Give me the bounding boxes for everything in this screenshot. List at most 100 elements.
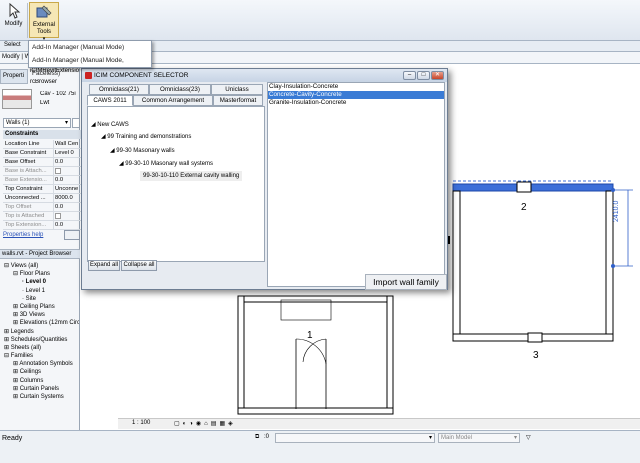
browser-tree-label: Ceilings <box>19 369 42 376</box>
browser-tree-label: Views (all) <box>10 263 39 269</box>
tree-node-99-30[interactable]: ◢ 99-30 Masonary walls <box>110 147 175 154</box>
property-row[interactable]: Base Offset 0.0 <box>3 158 81 167</box>
collapse-all-button[interactable]: Collapse all <box>121 260 157 271</box>
browser-tree-item[interactable]: · Site <box>1 295 79 303</box>
browser-tree-item[interactable]: · Level 0 <box>1 278 79 286</box>
property-row[interactable]: Base Extensio... 0.0 <box>3 176 81 185</box>
expand-icon[interactable]: ⊞ <box>4 345 11 351</box>
browser-tree-label: Legends <box>10 328 34 335</box>
property-row[interactable]: Base is Attach... <box>3 167 81 177</box>
tree-node-99[interactable]: ◢ 99 Training and demonstrations <box>101 133 191 140</box>
expand-icon[interactable]: ⊞ <box>13 320 20 326</box>
expand-all-button[interactable]: Expand all <box>88 260 120 271</box>
browser-tree-item[interactable]: ⊞ Legends <box>1 328 79 336</box>
dimension-label[interactable]: 2410.0 <box>613 201 620 222</box>
property-value[interactable]: 0.0 <box>53 203 81 212</box>
browser-tree-item[interactable]: ⊞ Sheets (all) <box>1 344 79 352</box>
browser-tree-label: Schedules/Quantities <box>10 336 68 343</box>
browser-tree-item[interactable]: ⊞ Schedules/Quantities <box>1 336 79 344</box>
browser-tree-label: Elevations (12mm Circle) <box>19 320 79 327</box>
family-item-clay[interactable]: Clay-Insulation-Concrete <box>268 83 444 91</box>
tree-node-new-caws[interactable]: ◢ New CAWS <box>91 121 129 128</box>
expand-icon[interactable]: ⊞ <box>13 386 20 392</box>
browser-tree-item[interactable]: ⊞ Elevations (12mm Circle) <box>1 319 79 327</box>
expand-icon[interactable]: ⊞ <box>13 369 20 375</box>
property-value[interactable]: Wall Cen <box>53 140 81 149</box>
ribbon-separator <box>27 3 28 38</box>
external-tools-button[interactable]: External Tools ▾ <box>29 2 59 42</box>
browser-tree-item[interactable]: ⊞ Curtain Panels <box>1 385 79 393</box>
browser-tree-item[interactable]: ⊟ Views (all) <box>1 262 79 270</box>
tab-caws-2011[interactable]: CAWS 2011 <box>87 95 133 106</box>
expand-icon[interactable]: ⊞ <box>4 329 11 335</box>
ready-status: Ready <box>2 435 23 442</box>
properties-tab[interactable]: Properti <box>0 69 28 84</box>
tab-masterformat[interactable]: Masterformat <box>213 95 263 106</box>
scale-label[interactable]: 1 : 100 <box>132 420 150 426</box>
property-value[interactable]: 0.0 <box>53 221 81 230</box>
view-tool-icons[interactable]: ▢◐◑◉⌂▤▦◈ <box>174 420 236 427</box>
property-value[interactable]: Level 0 <box>53 149 81 158</box>
property-value[interactable]: 0.0 <box>53 176 81 185</box>
close-button[interactable]: ✕ <box>431 71 444 80</box>
edit-type-icon[interactable] <box>72 118 80 128</box>
property-row[interactable]: Top Constraint Unconne <box>3 185 81 194</box>
modify-button[interactable]: Modify <box>1 2 26 38</box>
minimize-button[interactable]: – <box>403 71 416 80</box>
property-row[interactable]: Location Line Wall Cen <box>3 140 81 149</box>
collapse-icon[interactable]: ⊟ <box>4 263 11 269</box>
property-row[interactable]: Base Constraint Level 0 <box>3 149 81 158</box>
property-row[interactable]: Top Offset 0.0 <box>3 203 81 212</box>
import-wall-family-button[interactable]: Import wall family <box>365 274 447 290</box>
browser-tree-item[interactable]: ⊞ Curtain Systems <box>1 393 79 401</box>
property-name: Top Extension... <box>5 222 47 228</box>
filter-icon[interactable]: ▽ <box>526 434 531 441</box>
browser-tree-item[interactable]: ⊞ Annotation Symbols <box>1 360 79 368</box>
family-item-concrete-cavity[interactable]: Concrete-Cavity-Concrete <box>268 91 444 99</box>
browser-tree-item[interactable]: ⊞ Ceiling Plans <box>1 303 79 311</box>
expand-icon[interactable]: ⊞ <box>13 312 20 318</box>
maximize-button[interactable]: □ <box>417 71 430 80</box>
type-selector[interactable]: Walls (1) ▾ <box>3 118 71 128</box>
checkbox[interactable] <box>55 168 61 174</box>
browser-tree-item[interactable]: ⊟ Families <box>1 352 79 360</box>
family-item-granite[interactable]: Granite-Insulation-Concrete <box>268 99 444 107</box>
property-row[interactable]: Top is Attached <box>3 212 81 222</box>
property-value[interactable]: 8000.0 <box>53 194 81 203</box>
browser-tree-item[interactable]: ⊞ 3D Views <box>1 311 79 319</box>
tree-node-99-30-10-110[interactable]: 99-30-10-110 External cavity walling <box>140 171 243 181</box>
browser-tree-item[interactable]: · Level 1 <box>1 287 79 295</box>
design-option-selector[interactable]: Main Model ▾ <box>438 433 520 443</box>
tab-common-arrangement[interactable]: Common Arrangement <box>133 95 213 106</box>
property-row[interactable]: Unconnected ... 8000.0 <box>3 194 81 203</box>
expand-icon[interactable]: ⊞ <box>4 337 11 343</box>
browser-tree-item[interactable]: ⊞ Columns <box>1 377 79 385</box>
property-row[interactable]: Top Extension... 0.0 <box>3 221 81 230</box>
tree-node-99-30-10[interactable]: ◢ 99-30-10 Masonary wall systems <box>119 160 213 167</box>
properties-help-link[interactable]: Properties help <box>3 232 43 238</box>
browser-tree-label: Columns <box>19 377 44 384</box>
tab-omniclass-23[interactable]: Omniclass(23) <box>149 84 211 95</box>
tab-omniclass-21[interactable]: Omniclass(21) <box>89 84 149 95</box>
property-value[interactable] <box>53 167 81 177</box>
property-value[interactable]: 0.0 <box>53 158 81 167</box>
browser-tree-item[interactable]: ⊟ Floor Plans <box>1 270 79 278</box>
apply-button[interactable] <box>64 230 80 240</box>
browser-tree-item[interactable]: ⊞ Ceilings <box>1 368 79 376</box>
expand-icon[interactable]: ⊞ <box>13 378 20 384</box>
view-control-bar: 1 : 100 ▢◐◑◉⌂▤▦◈ <box>118 418 640 429</box>
browser-tree-label: Ceiling Plans <box>19 303 55 310</box>
collapse-icon[interactable]: ⊟ <box>13 271 20 277</box>
tab-uniclass[interactable]: Uniclass <box>211 84 263 95</box>
workset-selector[interactable]: ▾ <box>275 433 435 443</box>
menu-item-add-in-manager-faceless[interactable]: Add-In Manager (Manual Mode, Faceless) <box>29 54 151 77</box>
expand-icon[interactable]: ⊞ <box>13 394 20 400</box>
property-value[interactable] <box>53 212 81 222</box>
checkbox[interactable] <box>55 213 61 219</box>
expand-icon[interactable]: ⊞ <box>13 304 20 310</box>
component-selector-dialog: ICIM COMPONENT SELECTOR – □ ✕ Omniclass(… <box>81 68 448 290</box>
select-panel-label[interactable]: Select <box>4 42 21 48</box>
property-value[interactable]: Unconne <box>53 185 81 194</box>
menu-item-add-in-manager[interactable]: Add-In Manager (Manual Mode) <box>29 41 151 54</box>
collapse-icon[interactable]: ⊟ <box>4 353 11 359</box>
